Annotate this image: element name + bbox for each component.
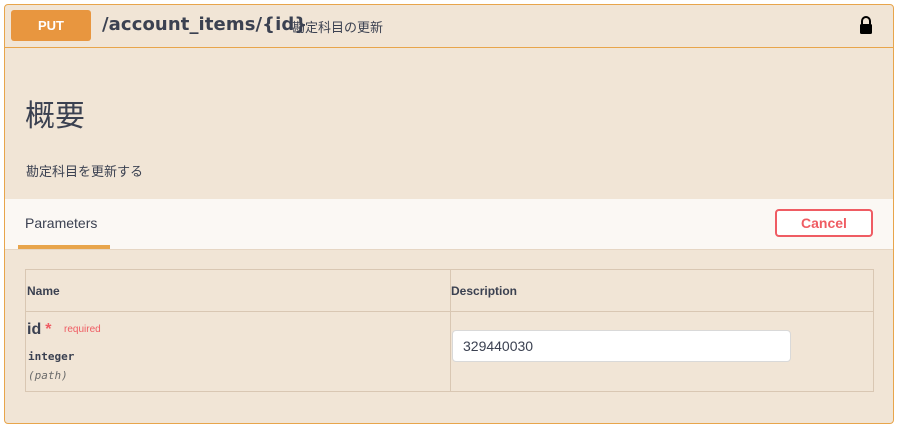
parameter-name: id *	[27, 321, 51, 339]
overview-description: 勘定科目を更新する	[26, 165, 144, 180]
column-header-description: Description	[451, 284, 518, 298]
parameter-type: integer	[28, 350, 75, 363]
lock-icon[interactable]	[859, 15, 873, 35]
id-value-input[interactable]	[452, 330, 791, 362]
overview-heading: 概要	[25, 99, 85, 134]
column-header-name: Name	[27, 284, 60, 298]
parameters-table: Name Description id * required integer (p…	[25, 269, 874, 392]
parameters-header: Parameters Cancel	[5, 199, 893, 250]
required-label: required	[64, 324, 101, 335]
required-star: *	[45, 321, 52, 338]
operation-block: PUT /account_items/{id} 勘定科目の更新 概要 勘定科目を…	[4, 4, 894, 424]
endpoint-path: /account_items/{id}	[102, 14, 308, 35]
operation-summary-text: 勘定科目の更新	[292, 21, 384, 36]
parameter-location: (path)	[28, 369, 68, 382]
cancel-button[interactable]: Cancel	[775, 209, 873, 237]
tab-parameters[interactable]: Parameters	[18, 215, 110, 249]
operation-summary[interactable]: PUT /account_items/{id} 勘定科目の更新	[5, 5, 893, 48]
http-method-badge: PUT	[11, 10, 91, 41]
parameter-name-text: id	[27, 321, 42, 338]
column-divider	[450, 270, 451, 391]
